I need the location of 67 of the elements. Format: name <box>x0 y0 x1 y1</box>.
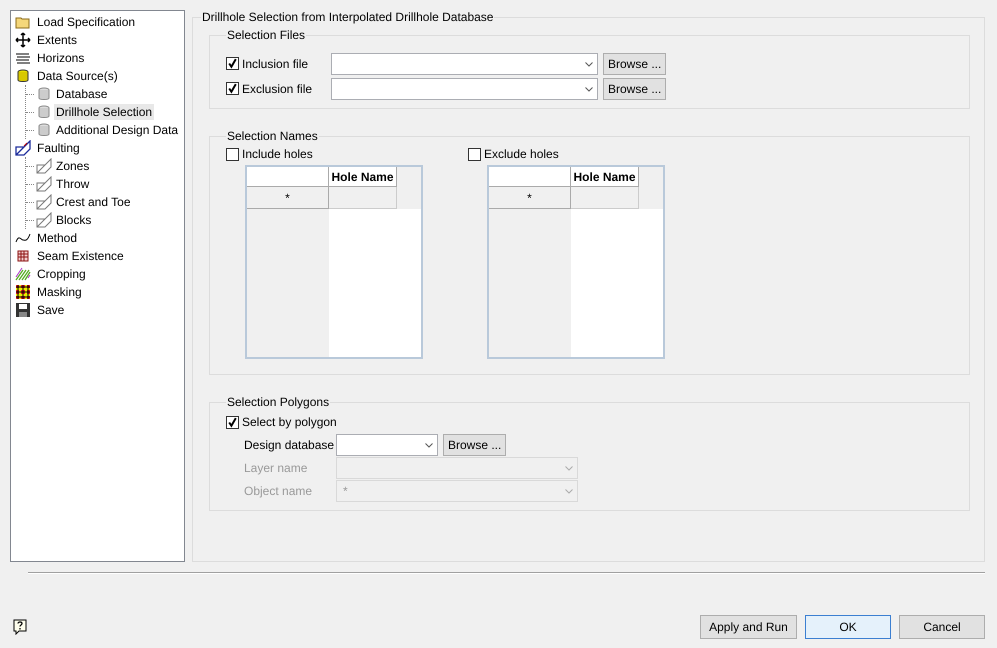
group-title: Drillhole Selection from Interpolated Drillhole Database <box>201 10 494 24</box>
dialog-button[interactable]: Cancel <box>899 615 985 639</box>
dropdown-value: * <box>342 484 348 498</box>
tree-item[interactable]: Load Specification <box>35 14 138 30</box>
checkbox-label: Exclusion file <box>242 82 312 96</box>
checkbox[interactable] <box>226 57 239 70</box>
fault-icon <box>36 212 52 228</box>
dialog-button[interactable]: OK <box>805 615 891 639</box>
tree-item[interactable]: Seam Existence <box>35 248 126 264</box>
checkbox-label: Include holes <box>242 147 313 161</box>
tree-item[interactable]: Crest and Toe <box>54 194 132 210</box>
grid-icon <box>15 284 31 300</box>
net-icon <box>15 248 31 264</box>
field-label: Layer name <box>243 460 308 474</box>
row-header: * <box>247 187 329 209</box>
fault-icon <box>36 176 52 192</box>
tree-item[interactable]: Zones <box>54 158 92 174</box>
checkbox-label: Inclusion file <box>242 56 308 70</box>
tree-item[interactable]: Database <box>54 86 110 102</box>
browse-button[interactable]: Browse ... <box>443 434 506 456</box>
tree-item[interactable]: Throw <box>54 176 92 192</box>
dialog-button[interactable]: Apply and Run <box>700 615 797 639</box>
caret-icon <box>565 466 573 470</box>
row-header: * <box>489 187 571 209</box>
fault-icon <box>36 194 52 210</box>
save-icon <box>15 302 31 318</box>
database-icon <box>36 104 52 120</box>
hole-name-grid[interactable]: Hole Name * <box>487 165 665 359</box>
caret-icon <box>585 62 593 66</box>
checkbox[interactable] <box>226 82 239 95</box>
hole-name-grid[interactable]: Hole Name * <box>245 165 423 359</box>
checkbox[interactable] <box>226 416 239 428</box>
tree-item[interactable]: Additional Design Data <box>54 122 180 138</box>
caret-icon <box>425 442 433 448</box>
help-icon[interactable] <box>13 619 27 635</box>
field-label: Design database <box>243 438 336 452</box>
caret-icon <box>565 488 573 494</box>
database-icon <box>36 86 52 102</box>
group-title: Selection Files <box>226 28 306 42</box>
tree-item[interactable]: Horizons <box>35 50 86 66</box>
column-header[interactable]: Hole Name <box>571 167 639 187</box>
browse-button[interactable]: Browse ... <box>603 78 666 100</box>
tree-item[interactable]: Cropping <box>35 266 88 282</box>
checkbox[interactable] <box>226 148 239 160</box>
tree-item[interactable]: Data Source(s) <box>35 68 120 84</box>
tree-item[interactable]: Faulting <box>35 140 82 156</box>
checkbox[interactable] <box>468 148 481 160</box>
tree-item[interactable]: Drillhole Selection <box>54 104 154 120</box>
group-title: Selection Polygons <box>226 395 330 409</box>
move-arrows-icon <box>15 32 31 48</box>
column-header[interactable]: Hole Name <box>329 167 397 187</box>
tree-item[interactable]: Extents <box>35 32 80 48</box>
fault-icon <box>36 158 52 174</box>
tree-item[interactable]: Save <box>35 302 66 318</box>
field-label: Object name <box>243 484 314 498</box>
group-title: Selection Names <box>226 129 319 143</box>
hatch-icon <box>15 266 31 282</box>
browse-button[interactable]: Browse ... <box>603 52 666 74</box>
fault-icon <box>15 140 31 156</box>
tree-item[interactable]: Masking <box>35 284 84 300</box>
tree-item[interactable]: Blocks <box>54 212 94 228</box>
database-icon <box>36 122 52 138</box>
checkbox-label: Select by polygon <box>242 415 337 429</box>
database-icon <box>15 68 31 84</box>
checkbox-label: Exclude holes <box>484 147 559 161</box>
tree-item[interactable]: Method <box>35 230 80 246</box>
caret-icon <box>585 86 593 92</box>
